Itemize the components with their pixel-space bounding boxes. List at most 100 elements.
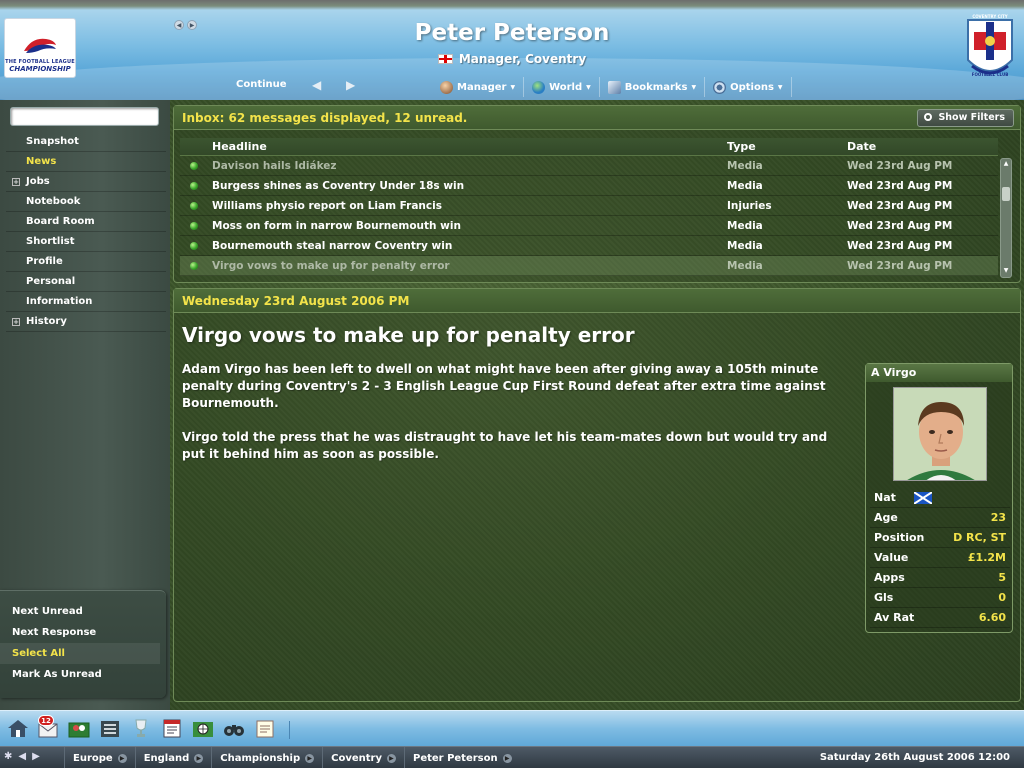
table-row[interactable]: Burgess shines as Coventry Under 18s win… (180, 176, 998, 196)
menu-world[interactable]: World ▼ (524, 77, 600, 97)
scotland-flag-icon[interactable] (913, 492, 932, 504)
stat-label: Nat (874, 491, 896, 504)
scroll-down-icon[interactable]: ▼ (1002, 267, 1010, 275)
stat-label: Value (874, 551, 909, 564)
table-header: Headline Type Date (180, 138, 998, 156)
menu-bookmarks[interactable]: Bookmarks ▼ (600, 77, 706, 97)
table-row[interactable]: Williams physio report on Liam Francis I… (180, 196, 998, 216)
chevron-right-icon[interactable]: ▶ (502, 753, 512, 763)
table-row[interactable]: Moss on form in narrow Bournemouth win M… (180, 216, 998, 236)
scroll-thumb[interactable] (1002, 187, 1010, 201)
sidebar-item-information[interactable]: Information (6, 292, 166, 312)
sidebar-item-notebook[interactable]: Notebook (6, 192, 166, 212)
column-header-headline[interactable]: Headline (210, 138, 727, 155)
table-row[interactable]: Bournemouth steal narrow Coventry win Me… (180, 236, 998, 256)
inbox-title: Inbox: 62 messages displayed, 12 unread. (174, 106, 1020, 130)
news-date-title: Wednesday 23rd August 2006 PM (174, 289, 1020, 313)
chevron-right-icon[interactable]: ▶ (117, 753, 127, 763)
inbox-scrollbar[interactable]: ▲ ▼ (1000, 158, 1012, 278)
binoculars-icon[interactable] (222, 717, 246, 739)
message-date: Wed 23rd Aug PM (847, 180, 953, 192)
news-panel: Wednesday 23rd August 2006 PM Virgo vows… (173, 288, 1021, 702)
table-row[interactable]: Davison hails Idiákez Media Wed 23rd Aug… (180, 156, 998, 176)
home-icon[interactable] (6, 717, 30, 739)
stat-row-value: Value £1.2M (870, 548, 1010, 568)
column-header-type[interactable]: Type (727, 138, 847, 155)
breadcrumb-item-manager[interactable]: Peter Peterson ▶ (403, 747, 520, 768)
chevron-down-icon: ▼ (691, 83, 697, 91)
sidebar-item-personal[interactable]: Personal (6, 272, 166, 292)
sidebar-item-history[interactable]: + History (6, 312, 166, 332)
next-unread-button[interactable]: Next Unread (0, 601, 160, 622)
stat-row-apps: Apps 5 (870, 568, 1010, 588)
stat-label: Gls (874, 591, 894, 604)
sidebar-item-jobs[interactable]: + Jobs (6, 172, 166, 192)
search-input[interactable] (10, 107, 159, 126)
scouting-icon[interactable] (191, 717, 215, 739)
table-row[interactable]: Virgo vows to make up for penalty error … (180, 256, 998, 276)
scroll-up-icon[interactable]: ▲ (1002, 160, 1010, 168)
menu-world-label: World (549, 81, 583, 93)
forward-arrow-icon[interactable]: ▶ (346, 78, 355, 92)
chevron-right-icon[interactable]: ▶ (194, 753, 204, 763)
column-header-date[interactable]: Date (847, 138, 997, 155)
show-filters-button[interactable]: Show Filters (917, 109, 1014, 127)
menu-options[interactable]: Options ▼ (705, 77, 792, 97)
trophy-icon[interactable] (129, 717, 153, 739)
sidebar-item-label: Information (26, 296, 93, 307)
globe-icon (532, 80, 546, 94)
breadcrumb-item-england[interactable]: England ▶ (134, 747, 212, 768)
stat-label: Apps (874, 571, 905, 584)
player-card-name[interactable]: A Virgo (866, 364, 1012, 382)
next-response-button[interactable]: Next Response (0, 622, 160, 643)
expand-icon[interactable]: + (12, 318, 20, 326)
inbox-actions-panel: Next Unread Next Response Select All Mar… (0, 590, 166, 698)
player-card[interactable]: A Virgo Nat Age 23 Position D RC, ST Val… (865, 363, 1013, 633)
chevron-right-icon[interactable]: ▶ (305, 753, 315, 763)
message-date: Wed 23rd Aug PM (847, 260, 953, 272)
chevron-right-icon[interactable]: ▶ (386, 753, 396, 763)
back-arrow-icon[interactable]: ◀ (18, 751, 26, 762)
stat-label: Position (874, 531, 925, 544)
sidebar-item-profile[interactable]: Profile (6, 252, 166, 272)
message-headline: Burgess shines as Coventry Under 18s win (212, 180, 465, 192)
main-content: Inbox: 62 messages displayed, 12 unread.… (170, 100, 1024, 710)
crumb-navigation: ✱ ◀ ▶ (4, 751, 40, 762)
continue-button[interactable]: Continue (236, 79, 287, 90)
game-date-time[interactable]: Saturday 26th August 2006 12:00 (820, 752, 1010, 763)
menu-options-label: Options (730, 81, 774, 93)
sidebar-item-shortlist[interactable]: Shortlist (6, 232, 166, 252)
message-status-icon (180, 256, 210, 275)
stat-row-position: Position D RC, ST (870, 528, 1010, 548)
breadcrumb: Europe ▶ England ▶ Championship ▶ Coventry ▶… (64, 747, 520, 768)
stat-value: 5 (998, 571, 1006, 584)
sidebar-item-snapshot[interactable]: Snapshot (6, 132, 166, 152)
message-date: Wed 23rd Aug PM (847, 200, 953, 212)
sidebar-item-news[interactable]: News (6, 152, 166, 172)
fixtures-icon[interactable] (160, 717, 184, 739)
message-type: Media (727, 160, 763, 172)
sidebar-item-label: Notebook (26, 196, 81, 207)
message-status-icon (180, 216, 210, 235)
message-type: Media (727, 180, 763, 192)
menu-manager[interactable]: Manager ▼ (432, 77, 525, 97)
mark-as-unread-button[interactable]: Mark As Unread (0, 664, 160, 685)
stat-value: 0 (998, 591, 1006, 604)
squad-icon[interactable] (67, 717, 91, 739)
breadcrumb-item-coventry[interactable]: Coventry ▶ (322, 747, 404, 768)
sidebar-item-label: Profile (26, 256, 63, 267)
chevron-down-icon: ▼ (510, 83, 516, 91)
unread-count-badge: 12 (38, 715, 54, 726)
forward-arrow-icon[interactable]: ▶ (32, 751, 40, 762)
sidebar-item-label: History (26, 316, 67, 327)
expand-icon[interactable]: + (12, 178, 20, 186)
notes-icon[interactable] (253, 717, 277, 739)
sidebar-item-board-room[interactable]: Board Room (6, 212, 166, 232)
select-all-button[interactable]: Select All (0, 643, 160, 664)
message-status-icon (180, 176, 210, 195)
breadcrumb-item-championship[interactable]: Championship ▶ (211, 747, 322, 768)
settings-icon[interactable]: ✱ (4, 751, 12, 762)
breadcrumb-item-europe[interactable]: Europe ▶ (64, 747, 135, 768)
back-arrow-icon[interactable]: ◀ (312, 78, 321, 92)
tactics-icon[interactable] (98, 717, 122, 739)
